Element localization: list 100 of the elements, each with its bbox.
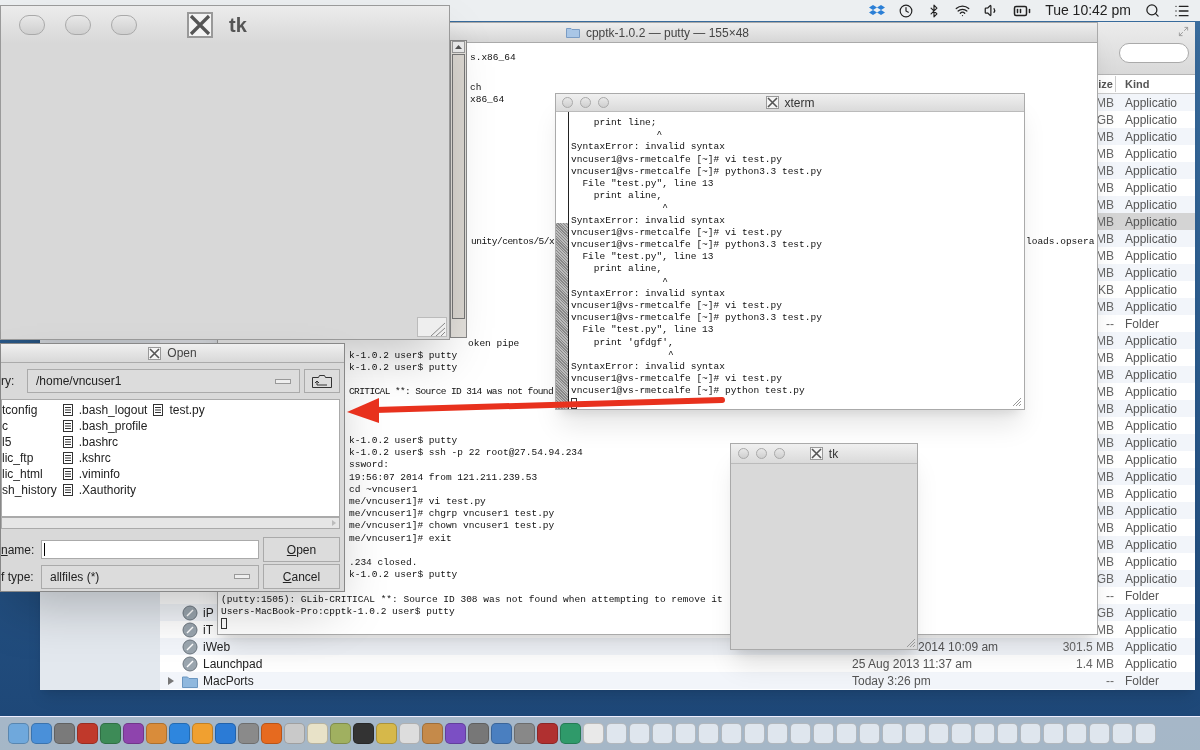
parent-folder-button[interactable] (304, 369, 340, 393)
dock-app-icon[interactable] (77, 723, 98, 744)
file-size: GB (1095, 571, 1115, 588)
date-modified: Today 3:26 pm (852, 674, 931, 688)
file-kind: Applicatio (1125, 452, 1178, 469)
terminal-line: k-1.0.2 user$ putty (349, 569, 458, 582)
minimize-button[interactable] (756, 448, 767, 459)
scroll-up-icon[interactable] (452, 41, 465, 53)
resize-grip-icon[interactable] (417, 317, 447, 337)
file-name[interactable]: .viminfo (78, 466, 121, 482)
file-name[interactable]: l5 (2, 434, 12, 450)
terminal-line: SyntaxError: invalid syntax (571, 361, 725, 374)
file-kind: Applicatio (1125, 265, 1178, 282)
cancel-button[interactable]: Cancel (263, 564, 340, 589)
file-kind: Applicatio (1125, 248, 1178, 265)
file-name[interactable]: sh_history (2, 482, 57, 498)
terminal-line: print aline, (592, 190, 663, 203)
file-name[interactable]: lic_ftp (2, 450, 34, 466)
minimize-button[interactable] (580, 97, 591, 108)
open-button[interactable]: Open (263, 537, 340, 562)
file-kind: Applicatio (1125, 384, 1178, 401)
resize-grip-icon[interactable] (904, 636, 916, 648)
file-name-field[interactable] (41, 540, 259, 559)
terminal-line: vncuser1@vs-rmetcalfe [~]# vi test.py (571, 226, 782, 240)
file-name[interactable]: test.py (169, 402, 205, 418)
folder-up-icon (312, 374, 332, 388)
file-name-label: name: (1, 541, 36, 559)
close-button[interactable] (562, 97, 573, 108)
terminal-line: ssword: (349, 459, 389, 472)
terminal-line: .234 closed. (349, 557, 418, 570)
file-kind: Applicatio (1125, 503, 1178, 520)
minimize-button[interactable] (65, 14, 91, 35)
file-icon (62, 420, 73, 432)
file-size: -- (1105, 588, 1115, 605)
terminal-line: (putty:1505): GLib-CRITICAL **: Source ID 308 was not found when attempting to remove it (221, 594, 723, 607)
window-title: tk (229, 12, 247, 38)
file-kind: Applicatio (1125, 418, 1178, 435)
file-name[interactable]: .bashrc (78, 434, 119, 450)
disclosure-triangle-icon[interactable] (167, 677, 175, 685)
zoom-button[interactable] (598, 97, 609, 108)
close-button[interactable] (738, 448, 749, 459)
fullscreen-icon[interactable] (1178, 26, 1189, 37)
file-kind: Applicatio (1125, 180, 1178, 197)
dock-app-icon[interactable] (353, 723, 374, 744)
file-name[interactable]: lic_html (2, 466, 43, 482)
dock-app-icon[interactable] (537, 723, 558, 744)
close-button[interactable] (19, 14, 45, 35)
box-icon[interactable] (869, 3, 886, 18)
terminal-line: me/vncuser1]# chgrp vncuser1 test.py (349, 508, 555, 521)
date-modified: 2014 10:09 am (918, 640, 999, 654)
file-name: Launchpad (203, 656, 263, 673)
file-kind: Applicatio (1125, 350, 1178, 367)
scrollbar-track[interactable] (556, 112, 569, 409)
column-header[interactable]: ize (1098, 75, 1115, 93)
terminal-line: 19:56:07 2014 from 121.211.239.53 (349, 471, 538, 484)
scrollbar-thumb[interactable] (452, 54, 465, 319)
window-title: tk (828, 445, 839, 463)
terminal-line: vncuser1@vs-rmetcalfe [~]# python3.3 test.py (571, 312, 822, 325)
file-kind: Applicatio (1125, 554, 1178, 571)
file-icon (62, 452, 73, 464)
wifi-icon[interactable] (955, 3, 971, 18)
search-field[interactable] (1119, 43, 1189, 63)
file-name: iT (203, 622, 213, 639)
file-name[interactable]: .bash_logout (78, 402, 148, 418)
terminal-line: File "test.py", line 13 (581, 324, 714, 337)
horizontal-scrollbar[interactable] (1, 517, 340, 529)
file-name: MacPorts (203, 673, 254, 690)
zoom-button[interactable] (774, 448, 785, 459)
file-kind: Applicatio (1125, 486, 1178, 503)
column-header[interactable]: Kind (1115, 75, 1195, 93)
dock-app-icon[interactable] (123, 723, 144, 744)
terminal-line: vncuser1@vs-rmetcalfe [~]# python test.py (571, 385, 805, 398)
file-kind: Folder (1125, 673, 1159, 690)
scrollbar-track[interactable] (450, 40, 467, 338)
terminal-line: File "test.py", line 13 (581, 251, 714, 264)
file-name[interactable]: .bash_profile (78, 418, 148, 434)
directory-dropdown[interactable]: /home/vncuser1 (27, 369, 300, 393)
terminal-line: ^ (661, 202, 668, 215)
terminal-line: Users-MacBook-Pro:cpptk-1.0.2 user$ putty (221, 606, 455, 619)
terminal-line: vncuser1@vs-rmetcalfe [~]# python3.3 test.py (571, 239, 822, 252)
file-name[interactable]: .Xauthority (78, 482, 137, 498)
search-icon[interactable] (1145, 3, 1160, 18)
dock-app-icon[interactable] (445, 723, 466, 744)
file-size: GB (1095, 112, 1115, 129)
file-kind: Applicatio (1125, 231, 1178, 248)
file-name: iWeb (203, 639, 231, 656)
x-logo-icon (148, 346, 162, 360)
terminal-line: File "test.py", line 13 (581, 178, 714, 191)
file-name[interactable]: .kshrc (78, 450, 111, 466)
file-type-dropdown[interactable]: allfiles (*) (41, 564, 259, 589)
file-name[interactable]: c (2, 418, 8, 434)
zoom-button[interactable] (111, 14, 137, 35)
resize-grip-icon[interactable] (1010, 395, 1022, 407)
terminal-line: me/vncuser1]# vi test.py (349, 496, 486, 509)
menu-bar-clock[interactable]: Tue 10:42 pm (1045, 0, 1131, 21)
file-name[interactable]: tconfig (2, 402, 38, 418)
folder-icon (565, 27, 580, 38)
clock-icon[interactable] (899, 3, 914, 18)
dock-app-icon[interactable] (468, 723, 489, 744)
scrollbar-thumb[interactable] (556, 223, 568, 409)
